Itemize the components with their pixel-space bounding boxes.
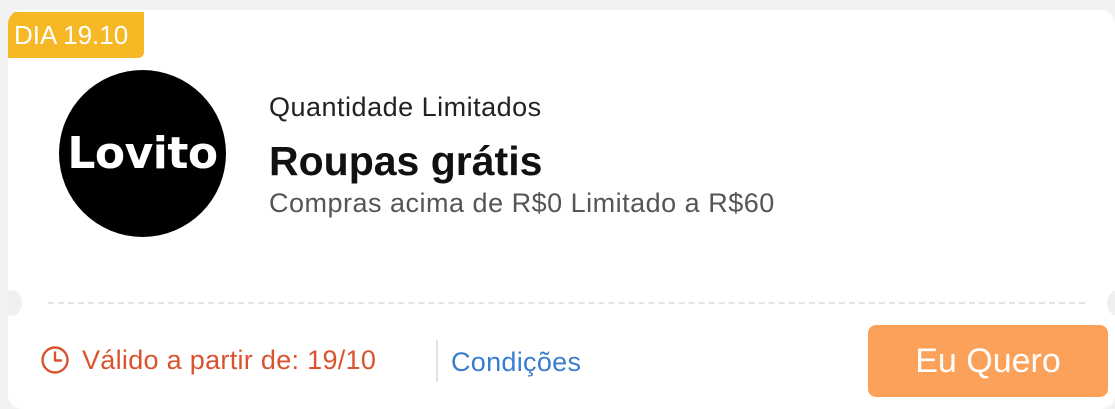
conditions-link[interactable]: Condições bbox=[451, 347, 581, 378]
eu-quero-button[interactable]: Eu Quero bbox=[868, 325, 1108, 397]
brand-logo-text: Lovito bbox=[67, 128, 218, 179]
valid-from-text: Válido a partir de: 19/10 bbox=[82, 345, 377, 375]
dashed-divider bbox=[48, 302, 1085, 304]
coupon-card: DIA 19.10 Lovito Quantidade Limitados Ro… bbox=[8, 10, 1115, 409]
footer-separator bbox=[436, 340, 438, 382]
eu-quero-button-label: Eu Quero bbox=[915, 341, 1061, 380]
card-notch-right bbox=[1107, 290, 1115, 316]
quantity-label: Quantidade Limitados bbox=[269, 92, 542, 122]
clock-icon bbox=[41, 346, 69, 374]
card-notch-left bbox=[8, 290, 22, 316]
offer-title: Roupas grátis bbox=[269, 138, 543, 184]
brand-logo: Lovito bbox=[59, 70, 226, 237]
offer-subtitle: Compras acima de R$0 Limitado a R$60 bbox=[269, 188, 775, 218]
date-badge: DIA 19.10 bbox=[8, 12, 144, 58]
